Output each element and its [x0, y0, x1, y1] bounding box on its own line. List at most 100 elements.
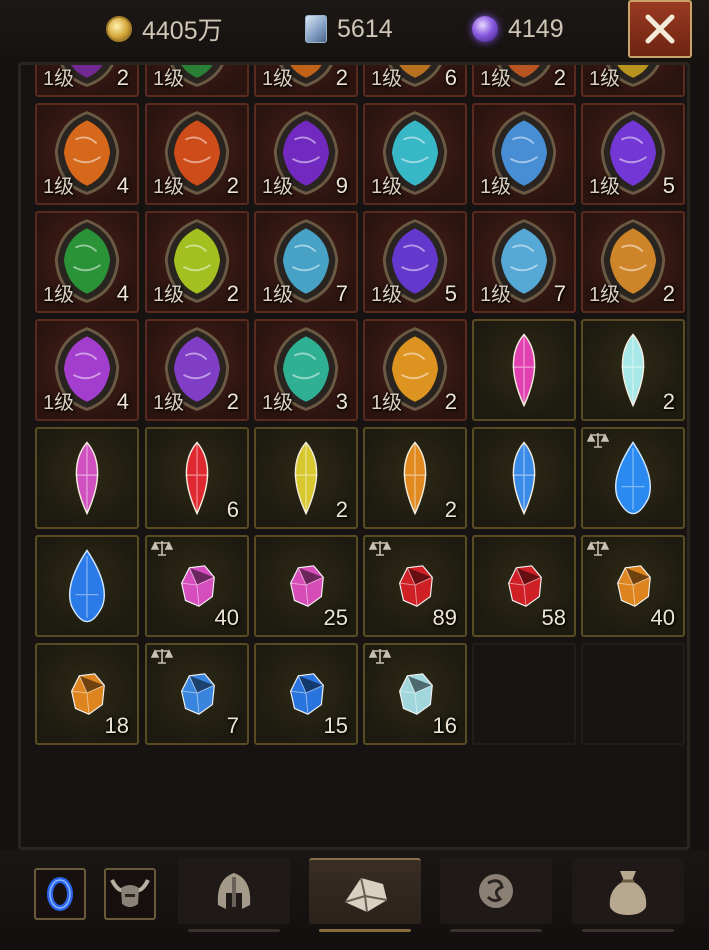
inventory-row: 1级 2 1级 1级 2 1级 6 1级 2 1级 [35, 65, 687, 103]
item-count: 2 [226, 281, 239, 306]
item-level: 1级 [589, 176, 621, 198]
item-level: 1级 [153, 392, 185, 414]
gem-item[interactable]: 7 [145, 643, 249, 745]
gem-item[interactable] [472, 427, 576, 529]
top-bar: 4405万 5614 4149 [0, 0, 709, 62]
rune-item[interactable]: 1级 2 [145, 319, 249, 421]
ring-slot[interactable] [34, 868, 86, 920]
item-level: 1级 [43, 284, 75, 306]
gem-item[interactable]: 2 [254, 427, 358, 529]
marquise-gem-icon [512, 441, 536, 516]
gem-item[interactable]: 6 [145, 427, 249, 529]
gem-item[interactable]: 18 [35, 643, 139, 745]
rune-item[interactable]: 1级 [145, 65, 249, 97]
gem-item[interactable]: 2 [581, 319, 685, 421]
rune-item[interactable]: 1级 7 [472, 211, 576, 313]
item-count: 4 [116, 389, 129, 414]
rune-item[interactable]: 1级 [581, 65, 685, 97]
item-count: 4 [116, 281, 129, 306]
item-level: 1级 [371, 392, 403, 414]
tab-gems[interactable] [309, 858, 421, 932]
item-count: 89 [432, 605, 457, 630]
blue-ring-icon [47, 877, 73, 911]
item-level: 1级 [480, 68, 512, 90]
rune-item[interactable]: 1级 7 [254, 211, 358, 313]
inventory-row: 6 2 2 [35, 427, 687, 535]
balance-scale-icon [587, 433, 609, 448]
item-count: 2 [444, 497, 457, 522]
rune-item[interactable]: 1级 2 [145, 103, 249, 205]
gem-item[interactable]: 89 [363, 535, 467, 637]
item-count: 40 [214, 605, 239, 630]
item-count: 16 [432, 713, 457, 738]
rune-item[interactable]: 1级 2 [363, 319, 467, 421]
item-count: 2 [116, 65, 129, 90]
tab-materials[interactable] [572, 858, 684, 932]
rune-icon [479, 874, 513, 908]
rune-item[interactable]: 1级 6 [363, 65, 467, 97]
item-level: 1级 [262, 176, 294, 198]
helm-slot[interactable] [104, 868, 156, 920]
item-count: 2 [662, 389, 675, 414]
rune-item[interactable]: 1级 [363, 103, 467, 205]
balance-scale-icon [587, 541, 609, 556]
rune-item[interactable]: 1级 5 [363, 211, 467, 313]
item-count: 2 [444, 389, 457, 414]
rune-item[interactable]: 1级 3 [254, 319, 358, 421]
tab-equipment[interactable] [178, 858, 290, 932]
item-count: 7 [553, 281, 566, 306]
purple-orb-icon [472, 16, 498, 42]
rune-item[interactable]: 1级 4 [35, 103, 139, 205]
item-level: 1级 [43, 392, 75, 414]
gem-bag-icon [344, 877, 388, 913]
gem-item[interactable]: 2 [363, 427, 467, 529]
rune-item[interactable]: 1级 2 [254, 65, 358, 97]
inventory-row: 18 7 15 16 [35, 643, 687, 751]
inventory-row: 1级 4 1级 2 1级 7 1级 5 1级 7 1级 2 [35, 211, 687, 319]
tab-runes[interactable] [440, 858, 552, 932]
item-count: 2 [553, 65, 566, 90]
rune-item[interactable]: 1级 5 [581, 103, 685, 205]
item-count: 2 [226, 173, 239, 198]
gem-item[interactable]: 15 [254, 643, 358, 745]
inventory-row: 40 25 89 58 40 [35, 535, 687, 643]
gold-amount: 4405万 [142, 17, 223, 45]
item-count: 2 [335, 65, 348, 90]
gem-item[interactable]: 58 [472, 535, 576, 637]
gold-currency: 4405万 [106, 12, 223, 46]
close-icon [645, 14, 675, 44]
gem-item[interactable]: 40 [581, 535, 685, 637]
gold-coin-icon [106, 16, 132, 42]
item-level: 1级 [153, 176, 185, 198]
gem-item[interactable] [35, 535, 139, 637]
gem-item[interactable]: 25 [254, 535, 358, 637]
item-count: 2 [335, 497, 348, 522]
inventory-panel[interactable]: 1级 2 1级 1级 2 1级 6 1级 2 1级 1级 4 1级 2 1级 9 1级 1级 1级 5 1级 4 1级 2 1级… [18, 62, 690, 850]
gem-item[interactable] [472, 319, 576, 421]
teardrop-gem-icon [68, 549, 106, 623]
item-count: 15 [323, 713, 348, 738]
item-level: 1级 [371, 176, 403, 198]
tab-underline [450, 929, 542, 932]
balance-scale-icon [369, 649, 391, 664]
rune-item[interactable]: 1级 [472, 103, 576, 205]
close-button[interactable] [628, 0, 692, 58]
item-count: 6 [226, 497, 239, 522]
rune-item[interactable]: 1级 2 [581, 211, 685, 313]
rune-item[interactable]: 1级 4 [35, 211, 139, 313]
gem-item[interactable]: 16 [363, 643, 467, 745]
rune-item[interactable]: 1级 2 [472, 65, 576, 97]
item-count: 58 [541, 605, 566, 630]
gem-item[interactable]: 40 [145, 535, 249, 637]
item-level: 1级 [589, 284, 621, 306]
item-count: 6 [444, 65, 457, 90]
rune-item[interactable]: 1级 2 [145, 211, 249, 313]
gem-item[interactable] [581, 427, 685, 529]
item-level: 1级 [153, 284, 185, 306]
empty-slot [472, 643, 576, 745]
rune-item[interactable]: 1级 9 [254, 103, 358, 205]
gem-item[interactable] [35, 427, 139, 529]
rune-item[interactable]: 1级 4 [35, 319, 139, 421]
card-icon [305, 15, 327, 43]
rune-item[interactable]: 1级 2 [35, 65, 139, 97]
